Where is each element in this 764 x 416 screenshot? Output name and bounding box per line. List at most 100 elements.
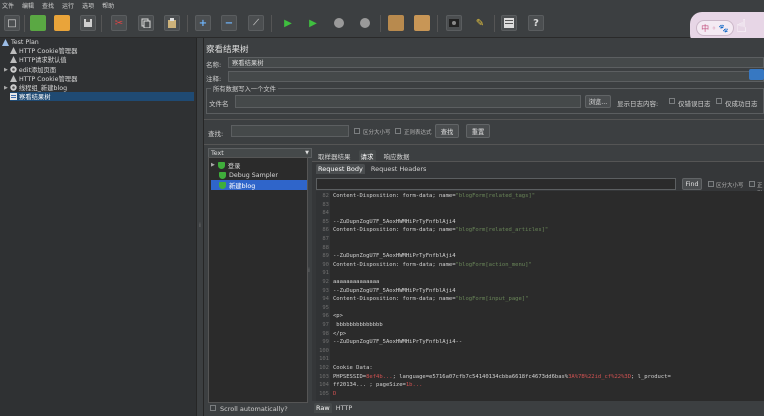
code-line: 104 ff20134... ; pageSize=1b... [316, 382, 764, 390]
open-icon[interactable] [54, 15, 70, 31]
expand-arrow-icon[interactable]: ▶ [211, 162, 215, 168]
line-number: 84 [322, 210, 329, 217]
code-token: Content-Disposition: form-data; name= [333, 261, 456, 268]
code-line: 86 Content-Disposition: form-data; name="… [316, 227, 764, 235]
case-sensitive-checkbox[interactable] [354, 128, 360, 134]
menu-run[interactable]: 运行 [62, 1, 74, 10]
list-item[interactable]: ▶ 登录 [211, 160, 307, 170]
line-number: 85 [322, 218, 329, 225]
tab-raw[interactable]: Raw [314, 403, 332, 413]
threadgroup-icon [10, 84, 17, 91]
reset-button[interactable]: 重置 [466, 124, 490, 138]
clear-icon[interactable] [388, 15, 404, 31]
tree-item-http-defaults[interactable]: HTTP请求默认值 [10, 55, 67, 64]
find-input[interactable] [316, 178, 676, 190]
line-number: 90 [322, 261, 329, 268]
toggle-icon[interactable]: ⟋ [248, 15, 264, 31]
request-body-text[interactable]: 82 Content-Disposition: form-data; name="… [316, 191, 764, 401]
collapse-icon[interactable]: − [221, 15, 237, 31]
code-token: D [333, 390, 337, 397]
code-token: Content-Disposition: form-data; name= [333, 193, 456, 199]
code-token: --ZuDupnZogU7F_5AoxHWMHiPrTyFnfblAji4 [333, 218, 456, 225]
line-number: 91 [322, 270, 329, 277]
pane-splitter[interactable]: ⁞ [196, 38, 204, 416]
success-shield-icon [219, 181, 226, 189]
tab-request-body[interactable]: Request Body [316, 164, 365, 174]
tree-item-cookie-manager-2[interactable]: HTTP Cookie管理器 [10, 74, 77, 83]
scroll-auto-checkbox[interactable] [210, 405, 216, 411]
code-line: 98 </p> [316, 331, 764, 339]
line-number: 105 [319, 390, 329, 397]
save-icon[interactable] [80, 15, 96, 31]
find-button[interactable]: Find [682, 178, 702, 190]
code-token: "blogForm[input_page]" [455, 296, 529, 303]
filename-input[interactable] [235, 95, 581, 108]
new-icon[interactable]: □ [4, 15, 20, 31]
team-icon[interactable] [749, 69, 764, 80]
start-no-pause-icon[interactable]: ▶ [305, 15, 321, 31]
tree-item-label: HTTP请求默认值 [19, 57, 67, 64]
function-helper-icon[interactable] [501, 15, 517, 31]
find-case-label: 区分大小写 [716, 183, 744, 189]
tree-item-label: Test Plan [11, 39, 39, 46]
shutdown-icon[interactable] [357, 15, 373, 31]
name-value: 察看结果树 [232, 60, 264, 67]
clear-all-icon[interactable] [414, 15, 430, 31]
code-line: 95 [316, 305, 764, 313]
expand-arrow-icon[interactable]: ▶ [4, 67, 8, 73]
expand-icon[interactable]: + [195, 15, 211, 31]
menu-help[interactable]: 帮助 [102, 1, 114, 10]
expand-arrow-icon[interactable]: ▶ [4, 85, 8, 91]
search-input[interactable] [231, 125, 349, 137]
code-line: 101 [316, 356, 764, 364]
cut-icon[interactable]: ✂ [111, 15, 127, 31]
tab-request-headers[interactable]: Request Headers [369, 164, 429, 174]
name-field[interactable]: 察看结果树 [228, 57, 764, 68]
code-line: 89 --ZuDupnZogU7F_5AoxHWMHiPrTyFnfblAji4 [316, 253, 764, 261]
listener-icon [10, 93, 17, 100]
list-item[interactable]: Debug Sampler [211, 170, 307, 180]
tree-item-view-results-tree[interactable]: 察看结果树 [10, 92, 194, 101]
cursor-hand-icon: ☝ [736, 16, 747, 37]
regex-checkbox[interactable] [395, 128, 401, 134]
search-icon[interactable] [446, 15, 462, 31]
reset-search-icon[interactable]: ✎ [472, 15, 488, 31]
code-line: 100 [316, 348, 764, 356]
menu-options[interactable]: 选项 [82, 1, 94, 10]
list-item-label: Debug Sampler [229, 171, 278, 179]
tree-item-cookie-manager[interactable]: HTTP Cookie管理器 [10, 46, 77, 55]
code-line: 82 Content-Disposition: form-data; name="… [316, 193, 764, 201]
paste-icon[interactable] [164, 15, 180, 31]
code-line: 103 PHPSESSID=8ef4b...; language=e5716a07… [316, 374, 764, 382]
tree-item-new-blog-group[interactable]: ▶ 线程组_新建blog [4, 83, 67, 92]
search-button[interactable]: 查找 [435, 124, 459, 138]
start-icon[interactable]: ▶ [280, 15, 296, 31]
menu-bar: 文件 编辑 查找 运行 选项 帮助 [0, 0, 764, 10]
browse-button[interactable]: 浏览... [585, 95, 611, 108]
errors-only-checkbox[interactable] [669, 98, 675, 104]
code-token: --ZuDupnZogU7F_5AoxHWMHiPrTyFnfblAji4 [333, 287, 456, 294]
chevron-down-icon: ▼ [305, 150, 309, 156]
renderer-value: Text [211, 149, 224, 157]
list-item-label: 登录 [227, 162, 241, 170]
menu-search[interactable]: 查找 [42, 1, 54, 10]
list-item-selected[interactable]: 新建blog [211, 180, 307, 190]
code-token: ; language=e5716a07cfb7c54140134cbba6618… [392, 373, 569, 380]
tree-item-label: HTTP Cookie管理器 [19, 48, 78, 55]
code-line: 84 [316, 210, 764, 218]
code-line: 83 [316, 202, 764, 210]
code-line: 102 Cookie Data: [316, 365, 764, 373]
find-case-checkbox[interactable] [708, 181, 714, 187]
copy-icon[interactable] [138, 15, 154, 31]
tree-item-edit-page[interactable]: ▶ edit添加页面 [4, 65, 56, 74]
templates-icon[interactable] [30, 15, 46, 31]
find-regex-checkbox[interactable] [749, 181, 755, 187]
comment-field[interactable] [228, 71, 764, 82]
success-only-checkbox[interactable] [716, 98, 722, 104]
menu-edit[interactable]: 编辑 [22, 1, 34, 10]
code-line: 90 Content-Disposition: form-data; name="… [316, 262, 764, 270]
stop-icon[interactable] [331, 15, 347, 31]
help-icon[interactable]: ? [528, 15, 544, 31]
tab-http[interactable]: HTTP [334, 403, 355, 413]
menu-file[interactable]: 文件 [2, 1, 14, 10]
